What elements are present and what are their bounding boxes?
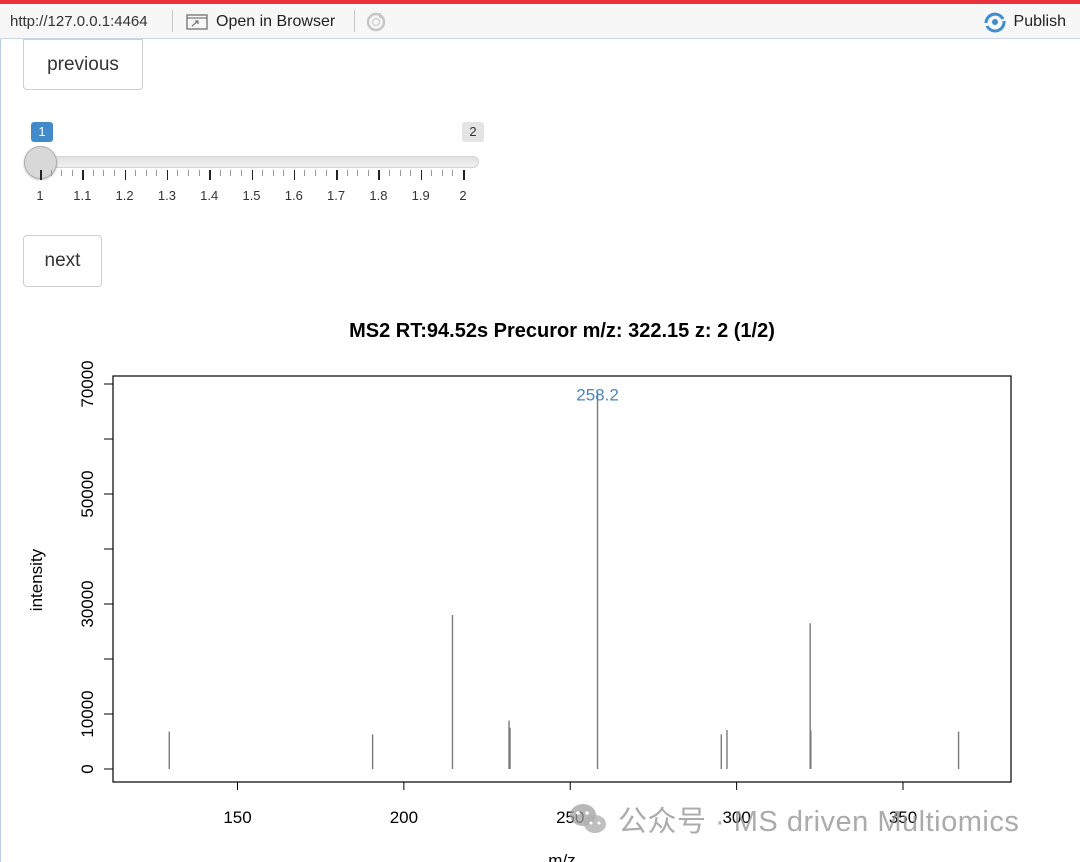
y-tick-label: 70000 [78, 360, 97, 407]
slider-value-badge: 1 [31, 122, 53, 142]
toolbar-divider [172, 10, 173, 32]
slider-tick-label: 1 [36, 188, 44, 203]
toolbar-divider [354, 10, 355, 32]
open-in-browser-label: Open in Browser [216, 13, 336, 30]
slider-major-tick [209, 170, 211, 180]
slider-minor-tick [92, 170, 94, 176]
slider-minor-tick [388, 170, 390, 176]
open-in-browser-icon [186, 14, 208, 30]
slider-minor-tick [156, 170, 158, 176]
y-tick-label: 30000 [78, 580, 97, 627]
slider-minor-tick [452, 170, 454, 176]
y-tick-label: 50000 [78, 470, 97, 517]
plot-frame [112, 375, 1012, 783]
slider-minor-tick [71, 170, 73, 176]
previous-button[interactable]: previous [23, 39, 143, 90]
slider-minor-tick [61, 170, 63, 176]
x-axis-label: m/z [548, 851, 575, 862]
x-tick-label: 150 [223, 808, 251, 827]
viewer-toolbar: http://127.0.0.1:4464 Open in Browser Pu… [0, 4, 1080, 39]
slider-minor-tick [188, 170, 190, 176]
y-axis-label: intensity [27, 548, 46, 611]
slider-tick-label: 1.4 [200, 188, 219, 203]
slider-minor-tick [240, 170, 242, 176]
slider-minor-tick [114, 170, 116, 176]
x-tick-label: 200 [390, 808, 418, 827]
plot-title: MS2 RT:94.52s Precuror m/z: 322.15 z: 2 … [349, 320, 775, 342]
slider-tick-label: 1.7 [327, 188, 346, 203]
slider-tick-label: 1.8 [369, 188, 388, 203]
slider-minor-tick [230, 170, 232, 176]
publish-icon [984, 12, 1006, 33]
wechat-icon [570, 804, 606, 833]
slider-ticks: 1 1.1 1.2 1.3 1.4 1.5 1.6 1.7 1.8 1.9 2 [20, 170, 490, 210]
publish-button[interactable]: Publish [983, 11, 1066, 33]
slider-major-tick [336, 170, 338, 180]
slider-minor-tick [410, 170, 412, 176]
slider-minor-tick [50, 170, 52, 176]
slider-minor-tick [219, 170, 221, 176]
url-text: http://127.0.0.1:4464 [10, 13, 148, 30]
slider-minor-tick [314, 170, 316, 176]
ms2-spectrum-plot: 150 200 250 300 350010000300005000070000inte… [27, 360, 1012, 862]
slider-minor-tick [325, 170, 327, 176]
open-in-browser-button[interactable]: Open in Browser [186, 11, 335, 33]
slider-minor-tick [357, 170, 359, 176]
slider-minor-tick [198, 170, 200, 176]
publish-label: Publish [1013, 13, 1066, 30]
slider-major-tick [463, 170, 465, 180]
slider-tick-label: 1.1 [73, 188, 92, 203]
slider-minor-tick [177, 170, 179, 176]
slider-minor-tick [431, 170, 433, 176]
slider-minor-tick [441, 170, 443, 176]
slider-minor-tick [346, 170, 348, 176]
slider-track[interactable] [27, 156, 479, 168]
slider-major-tick [378, 170, 380, 180]
y-tick-label: 10000 [78, 690, 97, 737]
slider-major-tick [293, 170, 296, 180]
slider-tick-label: 1.2 [115, 188, 134, 203]
slider-minor-tick [135, 170, 137, 176]
slider-major-tick [82, 170, 84, 180]
slider-tick-label: 1.9 [411, 188, 430, 203]
slider-minor-tick [283, 170, 285, 176]
slider-minor-tick [272, 170, 274, 176]
slider-tick-label: 1.3 [157, 188, 176, 203]
next-button[interactable]: next [23, 235, 102, 287]
slider-tick-label: 2 [459, 188, 467, 203]
refresh-icon[interactable] [365, 11, 387, 33]
slider-minor-tick [145, 170, 147, 176]
slider-minor-tick [399, 170, 401, 176]
watermark-text: 公众号 · MS driven Multiomics [618, 806, 1020, 838]
slider-tick-label: 1.5 [242, 188, 261, 203]
slider-tick-label: 1.6 [284, 188, 303, 203]
slider-max-badge: 2 [462, 122, 484, 142]
slider-minor-tick [103, 170, 105, 176]
watermark: 公众号 · MS driven Multiomics [568, 800, 1019, 838]
y-tick-label: 0 [78, 764, 97, 773]
peak-annotation: 258.2 [576, 385, 619, 404]
slider-major-tick [166, 170, 169, 180]
slider-minor-tick [262, 170, 264, 176]
slider-major-tick [251, 170, 253, 180]
slider-major-tick [420, 170, 423, 180]
slider-major-tick [40, 170, 42, 180]
slider-minor-tick [367, 170, 369, 176]
slider-major-tick [124, 170, 127, 180]
slider-minor-tick [304, 170, 306, 176]
spectrum-index-slider[interactable]: 1 2 1 1.1 1.2 1.3 1.4 1.5 1.6 1.7 1.8 1.9 2 [20, 118, 490, 213]
